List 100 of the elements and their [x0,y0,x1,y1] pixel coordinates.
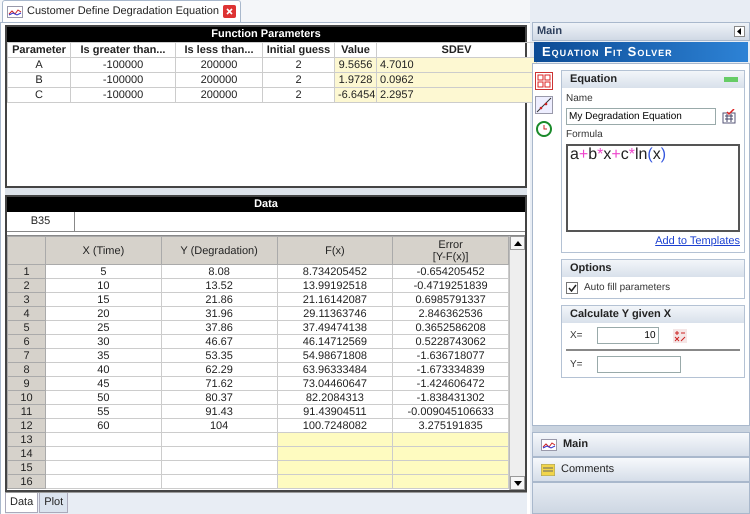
table-cell: 25 [46,320,162,334]
collapse-icon[interactable] [734,26,745,37]
row-number: 12 [8,418,46,432]
nav-button[interactable]: Main [532,432,750,457]
table-cell: 37.49474138 [277,320,393,334]
table-cell: 0.5228743062 [392,334,508,348]
table-cell: -0.654205452 [392,264,508,278]
table-cell: 3.275191835 [392,418,508,432]
column-header: Y (Degradation) [161,236,277,264]
table-cell: 73.04460647 [277,376,393,390]
row-number: 5 [8,320,46,334]
close-icon[interactable] [223,5,236,18]
formula-field[interactable]: a+b*x+c*ln(x) [566,144,740,232]
table-cell: 4.7010 [376,58,536,72]
table-cell: 9.5656 [334,58,376,72]
chart-icon [7,6,23,18]
table-cell: 71.62 [161,376,277,390]
table-cell: 5 [46,264,162,278]
table-cell: 10 [46,278,162,292]
table-cell: -1.838431302 [392,390,508,404]
add-to-templates-link[interactable]: Add to Templates [655,235,740,248]
table-cell: B [8,72,70,88]
table-cell: -1.424606472 [392,376,508,390]
table-cell: 13.99192518 [277,278,393,292]
row-number: 3 [8,292,46,306]
table-cell: C [8,88,70,102]
panel-title: Data [7,197,525,212]
table-cell: 8.08 [161,264,277,278]
table-cell: 50 [46,390,162,404]
x-field[interactable]: 10 [596,327,659,344]
y-field[interactable] [596,356,681,373]
table-cell: 45 [46,376,162,390]
panel-title: Function Parameters [7,27,525,42]
row-number: 1 [8,264,46,278]
table-cell: 21.16142087 [277,292,393,306]
grid-check-icon[interactable] [722,109,736,124]
field-label: Name [566,92,594,105]
row-number: 10 [8,390,46,404]
tab-title: Customer Define Degradation Equation [27,5,220,18]
table-cell: 91.43 [161,404,277,418]
checkbox-label: Auto fill parameters [584,281,670,294]
sheet-tab[interactable]: Plot [39,493,68,513]
table-cell: 20 [46,306,162,320]
table-cell: 2 [262,58,334,72]
panel-title: Main [537,25,562,38]
table-cell: -1.673334839 [392,362,508,376]
table-cell: 15 [46,292,162,306]
table-cell: 63.96333484 [277,362,393,376]
line-plot-icon[interactable] [535,96,553,114]
table-cell: 60 [46,418,162,432]
chart-icon [541,438,557,450]
table-cell: A [8,58,70,72]
table-cell: 2.846362536 [392,306,508,320]
solver-banner: Equation Fit Solver [534,42,748,62]
checkbox[interactable] [566,282,578,294]
table-cell: -6.6454 [334,88,376,102]
table-cell: 54.98671808 [277,348,393,362]
table-cell: -0.009045106633 [392,404,508,418]
column-header: Error [Y-F(x)] [392,236,508,264]
column-header: Is greater than... [70,42,176,58]
row-number: 11 [8,404,46,418]
table-cell: 55 [46,404,162,418]
table-cell: 13.52 [161,278,277,292]
table-cell: 200000 [176,88,262,102]
field-label: Formula [566,128,604,141]
document-tab[interactable]: Customer Define Degradation Equation [2,0,242,22]
cell-reference: B35 [7,212,75,231]
table-cell: 21.86 [161,292,277,306]
table-cell: 37.86 [161,320,277,334]
table-cell: 46.67 [161,334,277,348]
row-number: 16 [8,474,46,488]
column-header: SDEV [376,42,536,58]
calculator-icon[interactable] [672,328,687,342]
table-cell: 82.2084313 [277,390,393,404]
table-cell: 8.734205452 [277,264,393,278]
notes-icon [541,464,555,476]
table-cell: 0.6985791337 [392,292,508,306]
table-cell: 30 [46,334,162,348]
row-number: 9 [8,376,46,390]
table-cell: 200000 [176,58,262,72]
table-cell: 29.11363746 [277,306,393,320]
field-label: X= [570,329,583,342]
column-header: Initial guess [262,42,334,58]
table-cell: 104 [161,418,277,432]
group-title: Options [570,261,612,276]
table-cell: 200000 [176,72,262,88]
table-cell: 91.43904511 [277,404,393,418]
field-label: Y= [570,358,583,371]
row-number: 13 [8,432,46,446]
table-cell: 2 [262,72,334,88]
scroll-up-icon[interactable] [510,236,525,250]
group-title: Calculate Y given X [570,307,672,322]
table-cell: 2 [262,88,334,102]
row-number: 6 [8,334,46,348]
name-field[interactable]: My Degradation Equation [566,108,716,125]
nav-button[interactable]: Comments [532,457,750,482]
sheet-tab[interactable]: Data [5,493,38,513]
table-cell: 80.37 [161,390,277,404]
table-cell: 62.29 [161,362,277,376]
scroll-down-icon[interactable] [510,476,525,490]
